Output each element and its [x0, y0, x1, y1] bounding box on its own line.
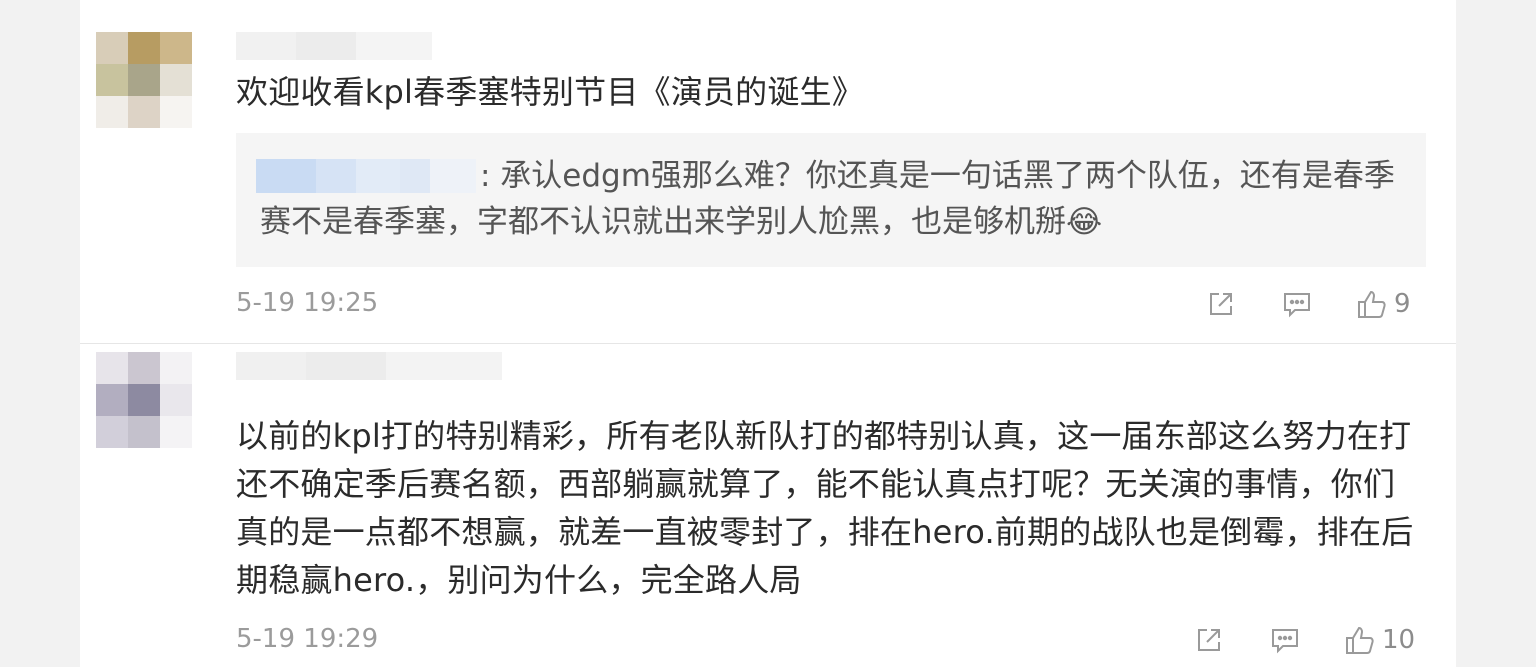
comment-list: 欢迎收看kpl春季塞特别节目《演员的诞生》 : 承认edgm强那么难？你还真是一…: [80, 0, 1456, 667]
divider: [80, 343, 1456, 344]
reply-button[interactable]: [1270, 620, 1300, 660]
comment-actions: 10: [1194, 620, 1426, 660]
comment-icon: [1272, 629, 1298, 654]
like-button[interactable]: 10: [1344, 620, 1415, 660]
comment-item: 以前的kpl打的特别精彩，所有老队新队打的都特别认真，这一届东部这么努力在打还不…: [80, 0, 1456, 655]
thumbs-up-icon: [1346, 626, 1374, 654]
comment-text: 以前的kpl打的特别精彩，所有老队新队打的都特别认真，这一届东部这么努力在打还不…: [236, 417, 1414, 599]
share-icon: [1198, 629, 1220, 651]
share-button[interactable]: [1194, 620, 1224, 660]
like-count: 10: [1382, 625, 1416, 655]
username-blurred[interactable]: [236, 352, 502, 380]
avatar[interactable]: [96, 352, 192, 448]
comment-time: 5-19 19:29: [236, 624, 379, 654]
